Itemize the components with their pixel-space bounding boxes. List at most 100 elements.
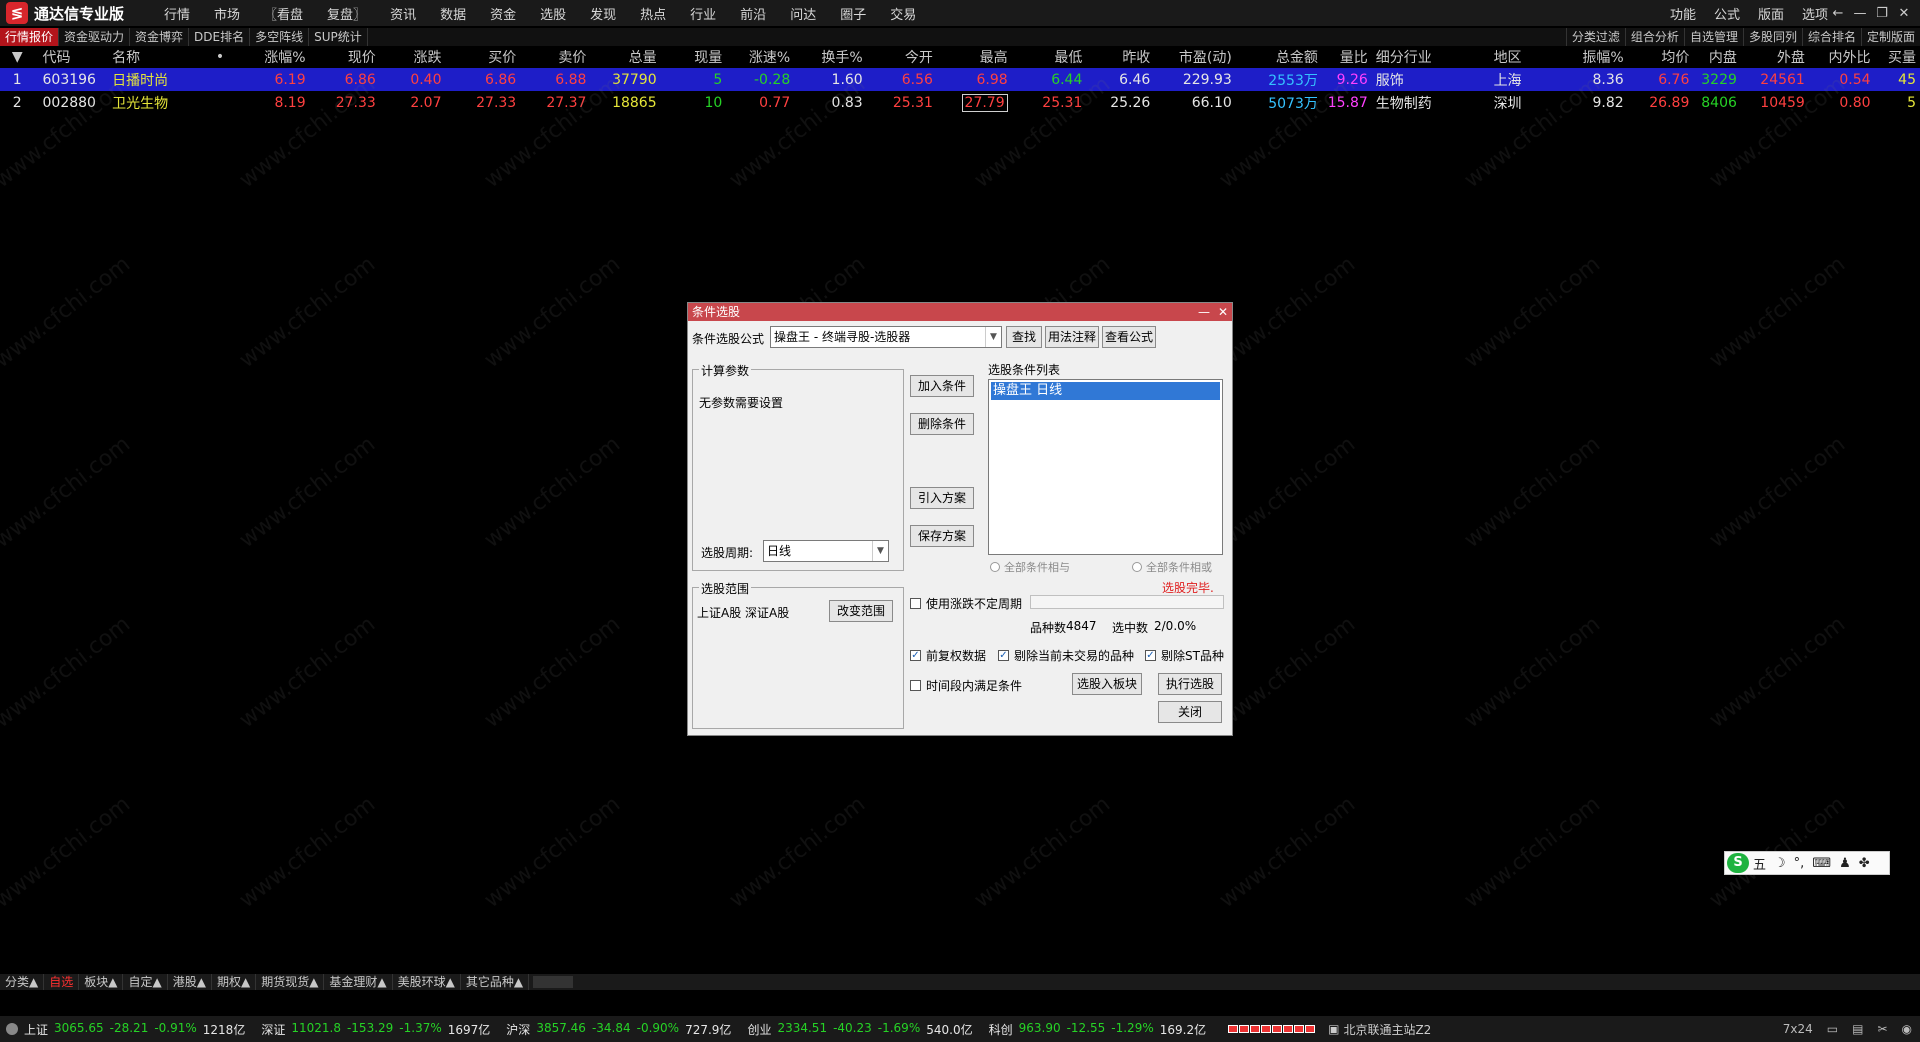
tab-1[interactable]: 资金驱动力 (59, 28, 131, 46)
column-header-20[interactable]: 细分行业 (1372, 46, 1490, 68)
category-tab-1[interactable]: 自选 (44, 974, 80, 990)
menu-item-14[interactable]: 交易 (890, 4, 916, 23)
right-tab-4[interactable]: 综合排名 (1801, 28, 1861, 46)
minimize-icon[interactable]: — (1850, 6, 1870, 21)
right-menu-item-1[interactable]: 公式 (1714, 4, 1740, 23)
column-header-16[interactable]: 昨收 (1086, 46, 1154, 68)
list-item[interactable]: 操盘王 日线 (991, 382, 1220, 400)
category-tab-2[interactable]: 板块▲ (79, 974, 124, 990)
column-header-24[interactable]: 内盘 (1693, 46, 1741, 68)
category-tab-8[interactable]: 美股环球▲ (393, 974, 461, 990)
back-icon[interactable]: ← (1828, 6, 1848, 21)
menu-item-4[interactable]: 资讯 (390, 4, 416, 23)
right-tab-0[interactable]: 分类过滤 (1565, 28, 1625, 46)
menu-item-3[interactable]: 复盘〗 (327, 4, 366, 23)
close-icon[interactable]: ✕ (1894, 6, 1914, 21)
condition-list[interactable]: 操盘王 日线 (988, 379, 1223, 555)
index-item[interactable]: 创业 2334.51 -40.23 -1.69% 540.0亿 (747, 1021, 978, 1038)
menu-item-8[interactable]: 发现 (590, 4, 616, 23)
column-header-14[interactable]: 最高 (937, 46, 1012, 68)
radio-or[interactable]: 全部条件相或 (1132, 559, 1212, 575)
menu-item-7[interactable]: 选股 (540, 4, 566, 23)
ime-mode[interactable]: 五 (1753, 854, 1766, 873)
column-header-22[interactable]: 振幅% (1542, 46, 1628, 68)
category-tab-9[interactable]: 其它品种▲ (461, 974, 530, 990)
column-header-13[interactable]: 今开 (867, 46, 937, 68)
remove-untraded-checkbox[interactable]: ✓ 剔除当前未交易的品种 (998, 647, 1134, 664)
right-tab-3[interactable]: 多股同列 (1742, 28, 1802, 46)
column-header-7[interactable]: 买价 (445, 46, 520, 68)
menu-item-13[interactable]: 圈子 (840, 4, 866, 23)
period-select[interactable]: 日线 ▼ (763, 540, 889, 562)
tab-4[interactable]: 多空阵线 (250, 28, 310, 46)
category-tab-5[interactable]: 期权▲ (212, 974, 257, 990)
uncertain-period-checkbox[interactable]: 使用涨跌不定周期 (910, 595, 1022, 612)
dialog-title-bar[interactable]: 条件选股 — ✕ (688, 303, 1232, 321)
column-header-0[interactable]: ▼ (0, 46, 39, 68)
add-condition-button[interactable]: 加入条件 (910, 375, 974, 397)
close-icon[interactable]: ✕ (1218, 305, 1228, 319)
menu-item-10[interactable]: 行业 (690, 4, 716, 23)
tab-0[interactable]: 行情报价 (0, 28, 60, 46)
find-button[interactable]: 查找 (1006, 326, 1042, 348)
screen-icon[interactable]: ▭ (1827, 1022, 1838, 1036)
delete-condition-button[interactable]: 删除条件 (910, 413, 974, 435)
index-item[interactable]: 沪深 3857.46 -34.84 -0.90% 727.9亿 (506, 1021, 737, 1038)
menu-item-2[interactable]: 〖看盘 (264, 4, 303, 23)
import-plan-button[interactable]: 引入方案 (910, 487, 974, 509)
keyboard-icon[interactable]: ⌨ (1812, 856, 1831, 871)
tab-2[interactable]: 资金博弈 (130, 28, 190, 46)
right-tab-1[interactable]: 组合分析 (1624, 28, 1684, 46)
column-header-4[interactable]: 涨幅% (228, 46, 310, 68)
close-button[interactable]: 关闭 (1158, 701, 1222, 723)
column-header-15[interactable]: 最低 (1012, 46, 1087, 68)
menu-item-5[interactable]: 数据 (440, 4, 466, 23)
moon-icon[interactable]: ☽ (1774, 856, 1786, 871)
formula-select[interactable]: 操盘王 - 终端寻股-选股器 ▼ (770, 326, 1002, 348)
remove-st-checkbox[interactable]: ✓ 剔除ST品种 (1145, 647, 1224, 664)
column-header-10[interactable]: 现量 (661, 46, 727, 68)
menu-item-11[interactable]: 前沿 (740, 4, 766, 23)
restore-icon[interactable]: ❐ (1872, 6, 1892, 21)
menu-item-12[interactable]: 问达 (790, 4, 816, 23)
settings-icon[interactable]: ✤ (1859, 856, 1870, 871)
column-header-21[interactable]: 地区 (1490, 46, 1542, 68)
change-range-button[interactable]: 改变范围 (829, 600, 893, 622)
column-header-25[interactable]: 外盘 (1741, 46, 1809, 68)
save-plan-button[interactable]: 保存方案 (910, 525, 974, 547)
tab-3[interactable]: DDE排名 (189, 28, 251, 46)
column-header-11[interactable]: 涨速% (726, 46, 794, 68)
category-tab-0[interactable]: 分类▲ (0, 974, 45, 990)
column-header-12[interactable]: 换手% (794, 46, 866, 68)
time-period-checkbox[interactable]: 时间段内满足条件 (910, 677, 1022, 694)
table-row[interactable]: 1 603196 日播时尚 6.19 6.86 0.40 6.86 6.88 37790 5 -0.… (0, 68, 1920, 91)
tab-5[interactable]: SUP统计 (309, 28, 368, 46)
user-icon[interactable]: ♟ (1839, 856, 1851, 871)
chat-icon[interactable]: ▤ (1852, 1022, 1863, 1036)
category-tab-7[interactable]: 基金理财▲ (324, 974, 393, 990)
usage-notes-button[interactable]: 用法注释 (1045, 326, 1099, 348)
menu-item-0[interactable]: 行情 (164, 4, 190, 23)
column-header-17[interactable]: 市盈(动) (1154, 46, 1236, 68)
category-tab-3[interactable]: 自定▲ (123, 974, 168, 990)
category-tab-4[interactable]: 港股▲ (168, 974, 212, 990)
table-row[interactable]: 2 002880 卫光生物 8.19 27.33 2.07 27.33 27.37 18865 1… (0, 91, 1920, 114)
right-tab-2[interactable]: 自选管理 (1683, 28, 1743, 46)
column-header-9[interactable]: 总量 (590, 46, 660, 68)
column-header-18[interactable]: 总金额 (1236, 46, 1322, 68)
service-label[interactable]: 7x24 (1783, 1022, 1813, 1036)
scrollbar[interactable] (533, 976, 574, 988)
right-menu-item-3[interactable]: 选项 (1802, 4, 1828, 23)
menu-item-9[interactable]: 热点 (640, 4, 666, 23)
column-header-6[interactable]: 涨跌 (380, 46, 446, 68)
right-menu-item-2[interactable]: 版面 (1758, 4, 1784, 23)
index-item[interactable]: 深证 11021.8 -153.29 -1.37% 1697亿 (261, 1021, 496, 1038)
index-item[interactable]: 上证 3065.65 -28.21 -0.91% 1218亿 (24, 1021, 251, 1038)
right-tab-5[interactable]: 定制版面 (1860, 28, 1920, 46)
menu-item-6[interactable]: 资金 (490, 4, 516, 23)
forward-adjust-checkbox[interactable]: ✓ 前复权数据 (910, 647, 986, 664)
column-header-27[interactable]: 买量 (1875, 46, 1920, 68)
server-name[interactable]: 北京联通主站Z2 (1343, 1021, 1431, 1038)
column-header-3[interactable]: • (205, 46, 228, 68)
radio-and[interactable]: 全部条件相与 (990, 559, 1070, 575)
